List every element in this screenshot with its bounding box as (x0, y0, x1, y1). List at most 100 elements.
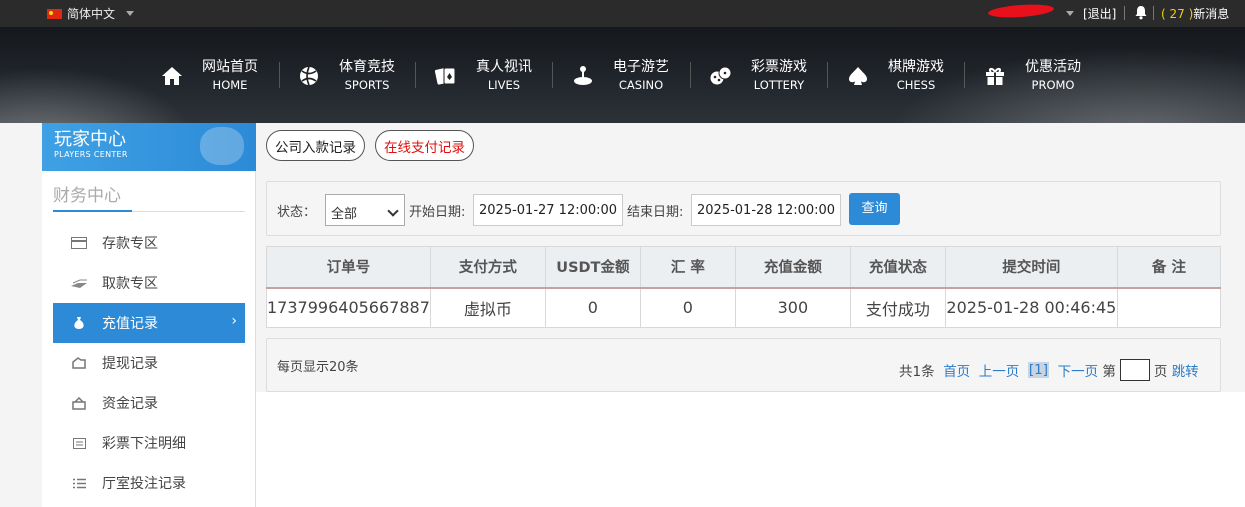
start-date-label: 开始日期: (409, 205, 466, 220)
nav-label: 棋牌游戏 (888, 59, 944, 75)
nav-label: 网站首页 (202, 59, 258, 75)
column-header: 充值金额 (734, 246, 851, 289)
sidebar-item-hall-bets[interactable]: 厅室投注记录 (53, 464, 245, 502)
nav-divider (827, 62, 828, 88)
main-nav: 网站首页 HOME 体育竞技 SPORTS 真人视讯 LIVES 电子游艺 CASINO… (0, 27, 1245, 123)
nav-sub: LIVES (487, 78, 521, 92)
gift-icon (986, 68, 1004, 85)
divider (1124, 6, 1125, 20)
top-bar: 简体中文 [退出] ( 27 )新消息 (0, 0, 1245, 27)
column-header: 备 注 (1116, 246, 1222, 289)
cash-icon (70, 276, 88, 290)
sidebar-item-label: 充值记录 (102, 316, 158, 332)
nav-promo[interactable]: 优惠活动 PROMO (983, 58, 1081, 94)
section-underline (53, 210, 132, 212)
sidebar-item-lottery-bets[interactable]: 彩票下注明细 (53, 424, 245, 462)
sidebar-item-label: 彩票下注明细 (102, 436, 186, 452)
joystick-icon (574, 66, 592, 85)
query-button[interactable]: 查询 (849, 193, 900, 225)
sidebar-item-deposit[interactable]: 存款专区 (53, 224, 245, 262)
sidebar-item-withdraw[interactable]: 取款专区 (53, 264, 245, 302)
nav-sub: PROMO (1031, 78, 1075, 92)
recharge-status-cell: 支付成功 (849, 287, 946, 328)
logout-link[interactable]: [退出] (1083, 5, 1116, 22)
wallet-icon (70, 356, 88, 370)
page-suffix: 页 (1153, 364, 1168, 380)
nav-sub: LOTTERY (753, 78, 805, 92)
pagination-bar: 每页显示20条 共1条 首页 上一页 [1] 下一页 第 页 跳转 (266, 338, 1221, 392)
nav-label: 彩票游戏 (751, 59, 807, 75)
spade-icon (849, 67, 867, 85)
chevron-down-icon (126, 11, 135, 16)
nav-lives[interactable]: 真人视讯 LIVES (434, 58, 532, 94)
china-flag-icon (47, 8, 62, 19)
nav-label: 电子游艺 (613, 59, 669, 75)
nav-lottery[interactable]: 彩票游戏 LOTTERY (709, 58, 807, 94)
nav-sub: CASINO (618, 78, 664, 92)
exchange-rate-cell: 0 (639, 287, 736, 328)
page-number-input[interactable] (1119, 359, 1150, 381)
nav-divider (552, 62, 553, 88)
messages-link[interactable]: ( 27 )新消息 (1161, 5, 1229, 22)
nav-divider (690, 62, 691, 88)
list-icon (70, 436, 88, 450)
end-date-input[interactable]: 2025-01-28 12:00:00 (691, 194, 841, 226)
nav-sports[interactable]: 体育竞技 SPORTS (297, 58, 395, 94)
status-select[interactable]: 全部 (325, 194, 405, 226)
message-count: ( 27 ) (1161, 7, 1194, 21)
usdt-amount-cell: 0 (544, 287, 641, 328)
card-icon (70, 236, 88, 250)
sidebar-item-label: 厅室投注记录 (102, 476, 186, 492)
current-page: [1] (1027, 362, 1049, 378)
prev-page-link[interactable]: 上一页 (979, 360, 1020, 380)
sidebar-item-label: 存款专区 (102, 236, 158, 252)
total-count: 共1条 (899, 364, 935, 380)
ball-icon (300, 66, 318, 86)
column-header: 订单号 (266, 246, 431, 289)
nav-home[interactable]: 网站首页 HOME (160, 58, 258, 94)
nav-sub: CHESS (896, 78, 936, 92)
per-page-text: 每页显示20条 (277, 360, 359, 375)
nav-label: 真人视讯 (476, 59, 532, 75)
submit-time-cell: 2025-01-28 00:46:45 (944, 287, 1118, 328)
moneybag-icon (70, 316, 88, 330)
start-date-input[interactable]: 2025-01-27 12:00:00 (473, 194, 623, 226)
cards-icon (434, 67, 456, 85)
sidebar: 玩家中心 PLAYERS CENTER 财务中心 存款专区 取款专区 充值记录 … (42, 123, 256, 507)
content-background (256, 392, 1245, 507)
jump-link[interactable]: 跳转 (1172, 360, 1199, 380)
sidebar-item-fund-records[interactable]: 资金记录 (53, 384, 245, 422)
records-icon (70, 476, 88, 490)
first-page-link[interactable]: 首页 (943, 360, 970, 380)
status-label: 状态： (277, 205, 317, 220)
nav-sub: SPORTS (344, 78, 390, 92)
nav-casino[interactable]: 电子游艺 CASINO (571, 58, 669, 94)
chevron-right-icon: › (231, 313, 237, 329)
records-table: 订单号 支付方式 USDT金额 汇 率 充值金额 充值状态 提交时间 备 注 1… (266, 246, 1222, 328)
payment-method-cell: 虚拟币 (429, 287, 546, 328)
tab-online-payment-records[interactable]: 在线支付记录 (375, 130, 474, 161)
tab-company-deposit-records[interactable]: 公司入款记录 (266, 130, 365, 161)
order-number-cell: 1737996405667887 (266, 287, 431, 328)
remark-cell (1116, 287, 1222, 328)
page-prefix: 第 (1102, 364, 1116, 380)
players-center-header: 玩家中心 PLAYERS CENTER (42, 123, 256, 171)
language-selector[interactable]: 简体中文 (47, 5, 135, 22)
table-header-row: 订单号 支付方式 USDT金额 汇 率 充值金额 充值状态 提交时间 备 注 (266, 246, 1222, 289)
home-icon (162, 67, 182, 85)
bell-icon[interactable] (1134, 5, 1148, 20)
next-page-link[interactable]: 下一页 (1058, 360, 1099, 380)
nav-label: 优惠活动 (1025, 59, 1081, 75)
nav-chess[interactable]: 棋牌游戏 CHESS (846, 58, 944, 94)
dice-icon (710, 66, 732, 85)
nav-divider (415, 62, 416, 88)
sidebar-item-label: 提现记录 (102, 356, 158, 372)
table-row: 1737996405667887 虚拟币 0 0 300 支付成功 2025-0… (266, 287, 1222, 328)
end-date-label: 结束日期: (627, 205, 684, 220)
sidebar-item-recharge-records[interactable]: 充值记录 › (53, 303, 245, 343)
user-menu-chevron-icon[interactable] (1066, 11, 1074, 16)
nav-label: 体育竞技 (339, 59, 395, 75)
sidebar-item-withdraw-records[interactable]: 提现记录 (53, 344, 245, 382)
username-redacted[interactable] (987, 2, 1055, 20)
nav-sub: HOME (212, 78, 248, 92)
